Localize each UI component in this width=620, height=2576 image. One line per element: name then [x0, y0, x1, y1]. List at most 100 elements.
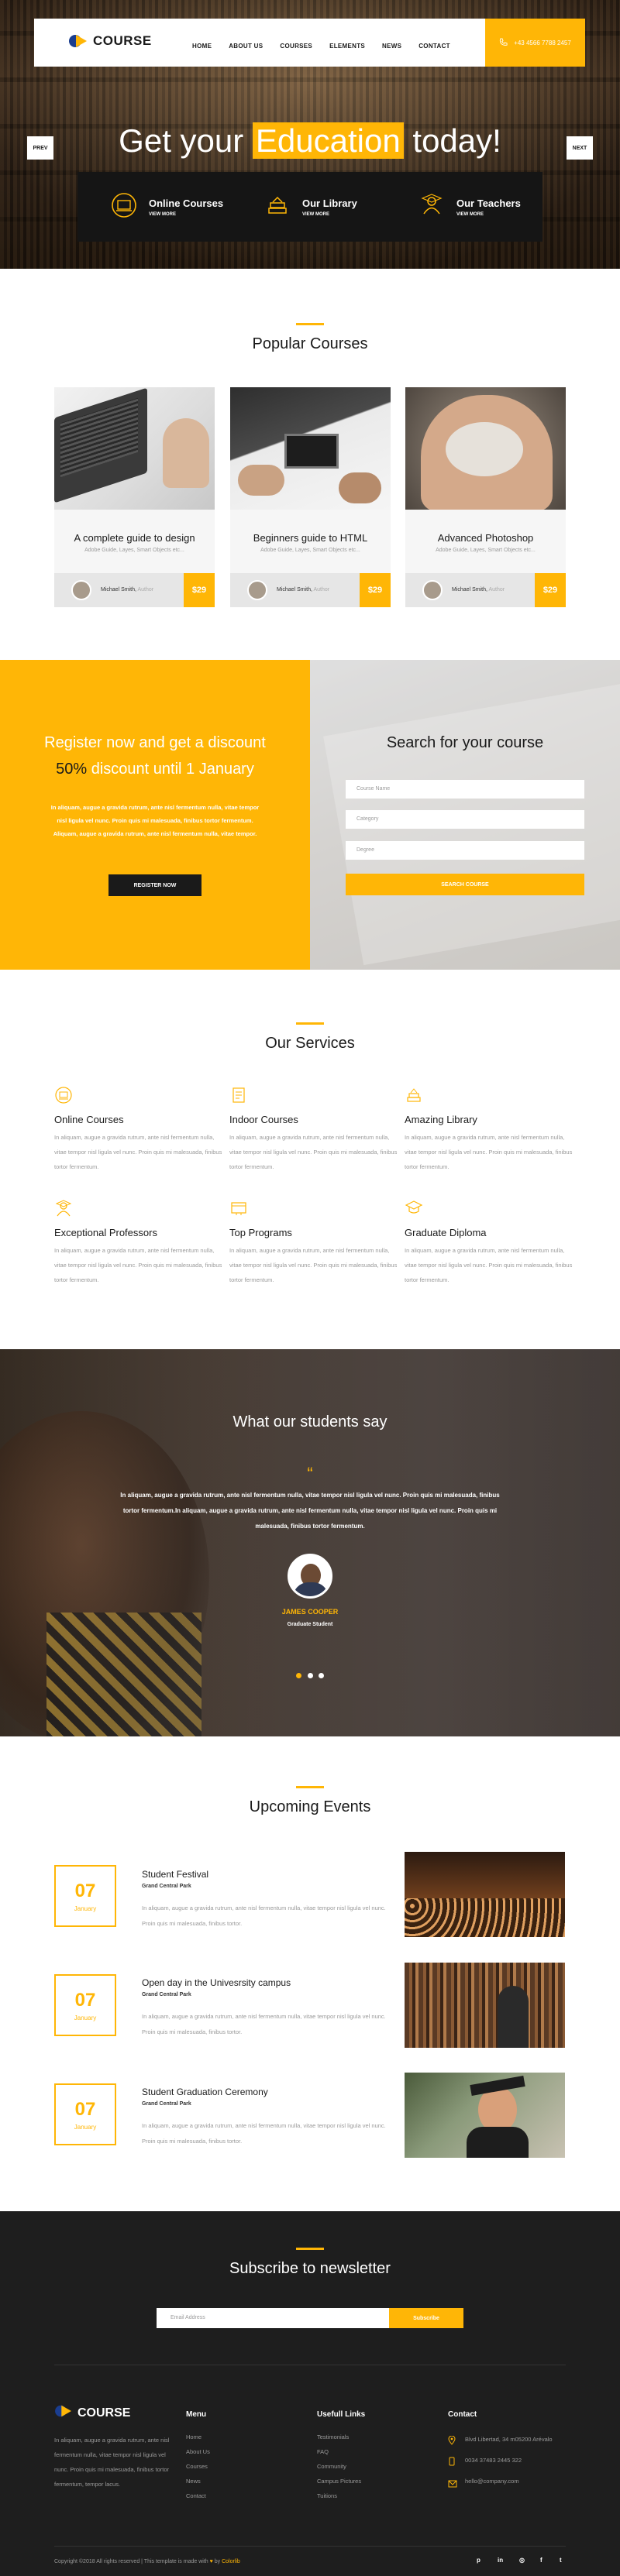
footer-link[interactable]: Home [186, 2433, 202, 2440]
testimonial-role: Graduate Student [287, 1622, 333, 1627]
service-item: Top Programs In aliquam, augue a gravida… [229, 1199, 400, 1287]
diploma-icon [405, 1199, 423, 1218]
feature-library[interactable]: Our Library VIEW MORE [231, 172, 388, 242]
logo[interactable]: COURSE [68, 33, 152, 50]
service-title: Exceptional Professors [54, 1227, 157, 1238]
search-heading: Search for your course [386, 734, 544, 751]
nav-elements[interactable]: ELEMENTS [329, 43, 365, 50]
footer-divider [54, 2546, 566, 2547]
carousel-dot[interactable] [319, 1673, 324, 1678]
professor-icon [54, 1199, 73, 1218]
course-footer: Michael Smith, Author $29 [230, 573, 391, 607]
avatar [247, 580, 267, 600]
feature-more[interactable]: VIEW MORE [149, 212, 223, 217]
nav-courses[interactable]: COURSES [280, 43, 312, 50]
credit-link[interactable]: Colorlib [222, 2559, 240, 2564]
footer-link[interactable]: Campus Pictures [317, 2478, 361, 2485]
main-nav: HOME ABOUT US COURSES ELEMENTS NEWS CONT… [192, 43, 467, 50]
logo-icon [68, 33, 88, 50]
footer-link[interactable]: Courses [186, 2463, 208, 2470]
twitter-icon[interactable]: t [560, 2557, 562, 2564]
service-text: In aliquam, augue a gravida rutrum, ante… [229, 1247, 398, 1283]
footer-link[interactable]: Community [317, 2463, 346, 2470]
course-title[interactable]: Advanced Photoshop [405, 532, 566, 544]
service-title: Online Courses [54, 1114, 124, 1125]
service-text: In aliquam, augue a gravida rutrum, ante… [54, 1247, 222, 1283]
library-icon [405, 1086, 423, 1104]
event-text: In aliquam, augue a gravida rutrum, ante… [142, 2013, 386, 2035]
feature-more[interactable]: VIEW MORE [456, 212, 521, 217]
search-course-button[interactable]: SEARCH COURSE [346, 874, 584, 895]
feature-more[interactable]: VIEW MORE [302, 212, 357, 217]
teacher-icon [418, 191, 446, 223]
section-divider [296, 1786, 324, 1788]
nav-contact[interactable]: CONTACT [418, 43, 450, 50]
footer-logo[interactable]: COURSE [54, 2403, 130, 2423]
services-title: Our Services [265, 1035, 355, 1052]
service-text: In aliquam, augue a gravida rutrum, ante… [405, 1134, 573, 1170]
feature-title: Our Teachers [456, 197, 521, 209]
logo-text: COURSE [93, 33, 152, 48]
avatar [288, 1554, 332, 1599]
event-day: 07 [74, 2098, 96, 2120]
copyright: Copyright ©2018 All rights reserved | Th… [54, 2559, 240, 2564]
hero-title-highlight: Education [252, 122, 404, 159]
service-text: In aliquam, augue a gravida rutrum, ante… [405, 1247, 573, 1283]
footer-link[interactable]: Testimonials [317, 2433, 349, 2440]
course-title[interactable]: Beginners guide to HTML [230, 532, 391, 544]
phone-box[interactable]: +43 4566 7788 2457 [485, 19, 585, 67]
footer-link[interactable]: Contact [186, 2492, 206, 2499]
email-icon [448, 2478, 457, 2492]
register-now-button[interactable]: REGISTER NOW [108, 874, 202, 896]
contact-email[interactable]: hello@company.com [465, 2478, 519, 2485]
carousel-dot[interactable] [308, 1673, 313, 1678]
footer-contact-title: Contact [448, 2410, 477, 2419]
course-title[interactable]: A complete guide to design [54, 532, 215, 544]
nav-news[interactable]: NEWS [382, 43, 401, 50]
facebook-icon[interactable]: f [540, 2557, 542, 2564]
instagram-icon[interactable]: ◎ [519, 2557, 525, 2564]
event-location: Grand Central Park [142, 2101, 191, 2107]
feature-title: Online Courses [149, 197, 224, 209]
email-input[interactable]: Email Address [157, 2308, 389, 2328]
event-day: 07 [74, 1989, 96, 2011]
footer-link[interactable]: News [186, 2478, 201, 2485]
course-footer: Michael Smith, Author $29 [405, 573, 566, 607]
feature-title: Our Library [302, 197, 357, 209]
event-title[interactable]: Student Festival [142, 1869, 208, 1880]
event-title[interactable]: Open day in the Univesrsity campus [142, 1977, 291, 1988]
service-title: Top Programs [229, 1227, 292, 1238]
section-divider [296, 323, 324, 325]
subscribe-button[interactable]: Subscribe [389, 2308, 463, 2328]
footer-link[interactable]: About Us [186, 2448, 210, 2455]
linkedin-icon[interactable]: in [498, 2557, 503, 2564]
service-item: Graduate Diploma In aliquam, augue a gra… [405, 1199, 575, 1287]
service-item: Indoor Courses In aliquam, augue a gravi… [229, 1086, 400, 1174]
computer-icon [110, 191, 138, 223]
event-title[interactable]: Student Graduation Ceremony [142, 2087, 268, 2097]
course-name-input[interactable]: Course Name [346, 780, 584, 799]
course-card[interactable]: Advanced Photoshop Adobe Guide, Layes, S… [405, 387, 566, 607]
event-text: In aliquam, augue a gravida rutrum, ante… [142, 2122, 386, 2145]
category-input[interactable]: Category [346, 810, 584, 829]
course-card[interactable]: Beginners guide to HTML Adobe Guide, Lay… [230, 387, 391, 607]
footer-link[interactable]: FAQ [317, 2448, 329, 2455]
course-subtitle: Adobe Guide, Layes, Smart Objects etc... [436, 548, 536, 553]
nav-about[interactable]: ABOUT US [229, 43, 263, 50]
nav-home[interactable]: HOME [192, 43, 212, 50]
register-text: In aliquam, augue a gravida rutrum, ante… [50, 804, 260, 837]
events-title: Upcoming Events [249, 1798, 371, 1815]
newsletter-title: Subscribe to newsletter [229, 2260, 391, 2277]
course-card[interactable]: A complete guide to design Adobe Guide, … [54, 387, 215, 607]
carousel-dot-active[interactable] [296, 1673, 301, 1678]
degree-input[interactable]: Degree [346, 841, 584, 860]
pinterest-icon[interactable]: p [477, 2557, 480, 2564]
feature-online-courses[interactable]: Online Courses VIEW MORE [78, 172, 235, 242]
feature-teachers[interactable]: Our Teachers VIEW MORE [385, 172, 542, 242]
event-location: Grand Central Park [142, 1884, 191, 1889]
footer-link[interactable]: Tuitions [317, 2492, 337, 2499]
contact-phone: 0034 37483 2445 322 [465, 2457, 522, 2464]
event-date: 07 January [54, 1865, 116, 1927]
popular-courses-title: Popular Courses [252, 335, 368, 352]
course-price: $29 [535, 573, 566, 607]
